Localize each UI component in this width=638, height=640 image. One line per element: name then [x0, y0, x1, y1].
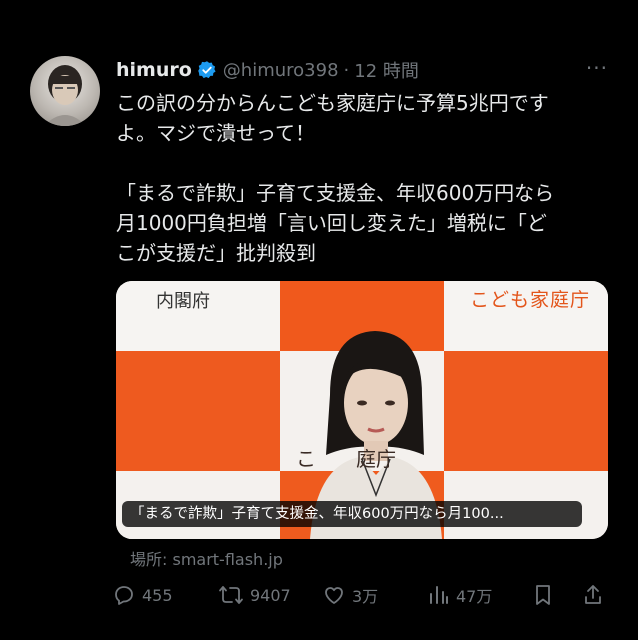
like-icon	[325, 587, 343, 604]
backdrop-panel	[444, 351, 608, 471]
bookmark-button[interactable]	[532, 583, 554, 607]
user-name[interactable]: himuro	[116, 59, 192, 81]
like-button[interactable]: 3万	[322, 583, 378, 607]
sign-cabinet-office: 内閣府	[156, 291, 210, 312]
sign-podium: こ 庭庁	[296, 447, 396, 471]
card-source[interactable]: 場所: smart-flash.jp	[130, 546, 283, 570]
reply-button[interactable]: 455	[112, 583, 173, 607]
views-button[interactable]: 47万	[428, 583, 492, 607]
tweet-line: この訳の分からんこども家庭庁に予算5兆円です	[116, 91, 549, 115]
action-bar: 455 9407 3万 47万	[112, 583, 612, 615]
backdrop-panel	[116, 351, 280, 471]
reply-icon	[115, 586, 133, 605]
tweet-line: よ。マジで潰せって！	[116, 121, 315, 145]
verified-badge-icon	[197, 60, 217, 80]
reply-count: 455	[142, 585, 173, 605]
more-icon[interactable]: ···	[586, 56, 608, 80]
link-card[interactable]: 内閣府 こども家庭庁 こ 庭庁 「まるで詐欺」子育て支援金、年収600万円なら月…	[116, 281, 608, 539]
timestamp[interactable]: 12 時間	[354, 57, 419, 83]
retweet-button[interactable]: 9407	[218, 583, 291, 607]
user-handle[interactable]: @himuro398	[223, 60, 339, 81]
tweet-header: himuro @himuro398 · 12 時間 ···	[116, 56, 618, 84]
tweet-text: この訳の分からんこども家庭庁に予算5兆円です よ。マジで潰せって！ 「まるで詐欺…	[116, 88, 616, 268]
sign-agency: こども家庭庁	[469, 289, 590, 311]
tweet-line: こが支援だ」批判殺到	[116, 241, 316, 265]
tweet-line: 「まるで詐欺」子育て支援金、年収600万円なら	[116, 181, 555, 205]
like-count: 3万	[352, 587, 379, 606]
avatar-face	[44, 65, 86, 126]
retweet-icon	[219, 586, 243, 604]
retweet-count: 9407	[250, 585, 291, 605]
share-icon	[585, 585, 601, 604]
tweet-line: 月1000円負担増「言い回し変えた」増税に「ど	[116, 211, 547, 235]
views-count: 47万	[456, 587, 493, 606]
share-button[interactable]	[582, 583, 604, 607]
views-icon	[430, 586, 448, 604]
separator-dot: ·	[343, 59, 350, 81]
avatar[interactable]	[30, 56, 100, 126]
bookmark-icon	[536, 585, 550, 605]
card-caption: 「まるで詐欺」子育て支援金、年収600万円なら月100...	[122, 501, 582, 527]
